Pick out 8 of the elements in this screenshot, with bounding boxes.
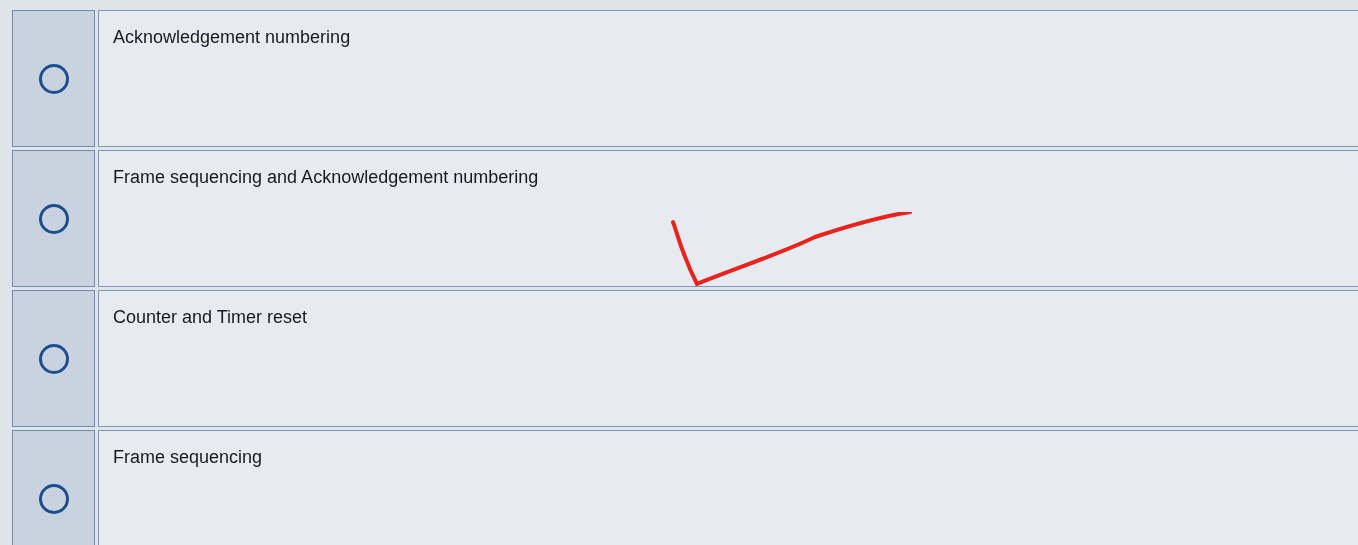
option-label: Counter and Timer reset	[113, 307, 308, 327]
option-label: Frame sequencing and Acknowledgement numbering	[113, 167, 539, 187]
radio-button[interactable]	[38, 203, 69, 234]
radio-button[interactable]	[38, 343, 69, 374]
radio-button[interactable]	[38, 63, 69, 94]
option-label: Frame sequencing	[113, 447, 263, 467]
option-label: Acknowledgement numbering	[113, 27, 351, 47]
radio-button[interactable]	[38, 483, 69, 514]
